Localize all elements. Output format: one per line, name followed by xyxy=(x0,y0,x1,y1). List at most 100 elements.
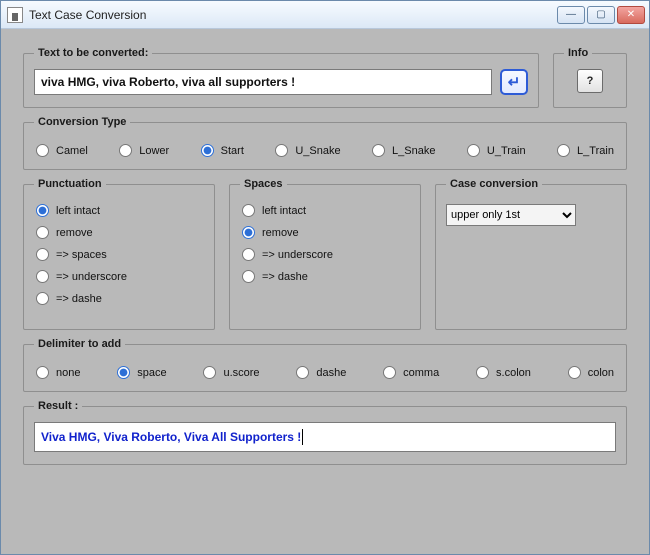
conversion-type-option-camel[interactable]: Camel xyxy=(36,144,88,157)
conversion-type-radio-lower[interactable] xyxy=(119,144,132,157)
conversion-type-option-start[interactable]: Start xyxy=(201,144,244,157)
conversion-type-radio-start[interactable] xyxy=(201,144,214,157)
conversion-type-group: Conversion Type Camel Lower Start U_Snake L_… xyxy=(23,116,627,170)
input-group: Text to be converted: ↵ xyxy=(23,47,539,108)
conversion-type-option-u-snake[interactable]: U_Snake xyxy=(275,144,340,157)
punctuation-label-left-intact: left intact xyxy=(56,205,100,217)
punctuation-legend: Punctuation xyxy=(34,178,106,190)
punctuation-option-left-intact[interactable]: left intact xyxy=(36,204,204,217)
conversion-type-radio-camel[interactable] xyxy=(36,144,49,157)
result-output: Viva HMG, Viva Roberto, Viva All Support… xyxy=(34,422,616,452)
delimiter-radio-s-colon[interactable] xyxy=(476,366,489,379)
case-conversion-select[interactable]: upper only 1st xyxy=(446,204,576,226)
punctuation-label-dashe: => dashe xyxy=(56,293,102,305)
punctuation-label-spaces: => spaces xyxy=(56,249,107,261)
spaces-radio-dashe[interactable] xyxy=(242,270,255,283)
conversion-type-radio-u-train[interactable] xyxy=(467,144,480,157)
client-area: Text to be converted: ↵ Info ? Conversio… xyxy=(1,29,649,554)
result-group: Result : Viva HMG, Viva Roberto, Viva Al… xyxy=(23,400,627,465)
conversion-type-option-l-snake[interactable]: L_Snake xyxy=(372,144,435,157)
spaces-label-dashe: => dashe xyxy=(262,271,308,283)
spaces-option-left-intact[interactable]: left intact xyxy=(242,204,410,217)
spaces-option-dashe[interactable]: => dashe xyxy=(242,270,410,283)
delimiter-option-u-score[interactable]: u.score xyxy=(203,366,259,379)
info-legend: Info xyxy=(564,47,592,59)
delimiter-label-u-score: u.score xyxy=(223,367,259,379)
conversion-type-label-start: Start xyxy=(221,145,244,157)
result-legend: Result : xyxy=(34,400,82,412)
app-icon xyxy=(7,7,23,23)
conversion-type-label-l-snake: L_Snake xyxy=(392,145,435,157)
delimiter-option-s-colon[interactable]: s.colon xyxy=(476,366,531,379)
conversion-type-label-l-train: L_Train xyxy=(577,145,614,157)
enter-button[interactable]: ↵ xyxy=(500,69,528,95)
case-conversion-group: Case conversion upper only 1st xyxy=(435,178,627,330)
spaces-option-underscore[interactable]: => underscore xyxy=(242,248,410,261)
punctuation-radio-dashe[interactable] xyxy=(36,292,49,305)
conversion-type-legend: Conversion Type xyxy=(34,116,130,128)
text-input[interactable] xyxy=(34,69,492,95)
spaces-label-left-intact: left intact xyxy=(262,205,306,217)
conversion-type-radio-u-snake[interactable] xyxy=(275,144,288,157)
enter-icon: ↵ xyxy=(508,73,521,91)
window-title: Text Case Conversion xyxy=(29,8,551,22)
delimiter-radio-comma[interactable] xyxy=(383,366,396,379)
case-conversion-legend: Case conversion xyxy=(446,178,542,190)
punctuation-radio-remove[interactable] xyxy=(36,226,49,239)
conversion-type-option-u-train[interactable]: U_Train xyxy=(467,144,526,157)
spaces-label-underscore: => underscore xyxy=(262,249,333,261)
conversion-type-label-u-snake: U_Snake xyxy=(295,145,340,157)
delimiter-radio-none[interactable] xyxy=(36,366,49,379)
delimiter-label-none: none xyxy=(56,367,80,379)
conversion-type-option-lower[interactable]: Lower xyxy=(119,144,169,157)
punctuation-option-spaces[interactable]: => spaces xyxy=(36,248,204,261)
delimiter-option-colon[interactable]: colon xyxy=(568,366,614,379)
delimiter-label-s-colon: s.colon xyxy=(496,367,531,379)
punctuation-group: Punctuation left intact remove => spaces =>… xyxy=(23,178,215,330)
spaces-label-remove: remove xyxy=(262,227,299,239)
delimiter-label-comma: comma xyxy=(403,367,439,379)
punctuation-option-dashe[interactable]: => dashe xyxy=(36,292,204,305)
window-controls: — ▢ ✕ xyxy=(557,6,645,24)
punctuation-radio-underscore[interactable] xyxy=(36,270,49,283)
delimiter-option-space[interactable]: space xyxy=(117,366,166,379)
spaces-option-remove[interactable]: remove xyxy=(242,226,410,239)
delimiter-legend: Delimiter to add xyxy=(34,338,125,350)
titlebar[interactable]: Text Case Conversion — ▢ ✕ xyxy=(1,1,649,29)
spaces-group: Spaces left intact remove => underscore => … xyxy=(229,178,421,330)
delimiter-label-space: space xyxy=(137,367,166,379)
delimiter-option-dashe[interactable]: dashe xyxy=(296,366,346,379)
maximize-button[interactable]: ▢ xyxy=(587,6,615,24)
delimiter-radio-dashe[interactable] xyxy=(296,366,309,379)
punctuation-option-remove[interactable]: remove xyxy=(36,226,204,239)
delimiter-radio-space[interactable] xyxy=(117,366,130,379)
conversion-type-label-camel: Camel xyxy=(56,145,88,157)
app-window: Text Case Conversion — ▢ ✕ Text to be co… xyxy=(0,0,650,555)
conversion-type-label-lower: Lower xyxy=(139,145,169,157)
delimiter-label-colon: colon xyxy=(588,367,614,379)
punctuation-radio-spaces[interactable] xyxy=(36,248,49,261)
delimiter-group: Delimiter to add none space u.score dashe co… xyxy=(23,338,627,392)
delimiter-option-comma[interactable]: comma xyxy=(383,366,439,379)
spaces-radio-left-intact[interactable] xyxy=(242,204,255,217)
conversion-type-option-l-train[interactable]: L_Train xyxy=(557,144,614,157)
spaces-radio-underscore[interactable] xyxy=(242,248,255,261)
punctuation-option-underscore[interactable]: => underscore xyxy=(36,270,204,283)
close-button[interactable]: ✕ xyxy=(617,6,645,24)
punctuation-radio-left-intact[interactable] xyxy=(36,204,49,217)
conversion-type-radio-l-snake[interactable] xyxy=(372,144,385,157)
spaces-radio-remove[interactable] xyxy=(242,226,255,239)
punctuation-label-underscore: => underscore xyxy=(56,271,127,283)
input-legend: Text to be converted: xyxy=(34,47,152,59)
info-group: Info ? xyxy=(553,47,627,108)
conversion-type-label-u-train: U_Train xyxy=(487,145,526,157)
spaces-legend: Spaces xyxy=(240,178,287,190)
info-button[interactable]: ? xyxy=(577,69,603,93)
delimiter-radio-u-score[interactable] xyxy=(203,366,216,379)
delimiter-option-none[interactable]: none xyxy=(36,366,80,379)
delimiter-radio-colon[interactable] xyxy=(568,366,581,379)
minimize-button[interactable]: — xyxy=(557,6,585,24)
delimiter-label-dashe: dashe xyxy=(316,367,346,379)
punctuation-label-remove: remove xyxy=(56,227,93,239)
conversion-type-radio-l-train[interactable] xyxy=(557,144,570,157)
